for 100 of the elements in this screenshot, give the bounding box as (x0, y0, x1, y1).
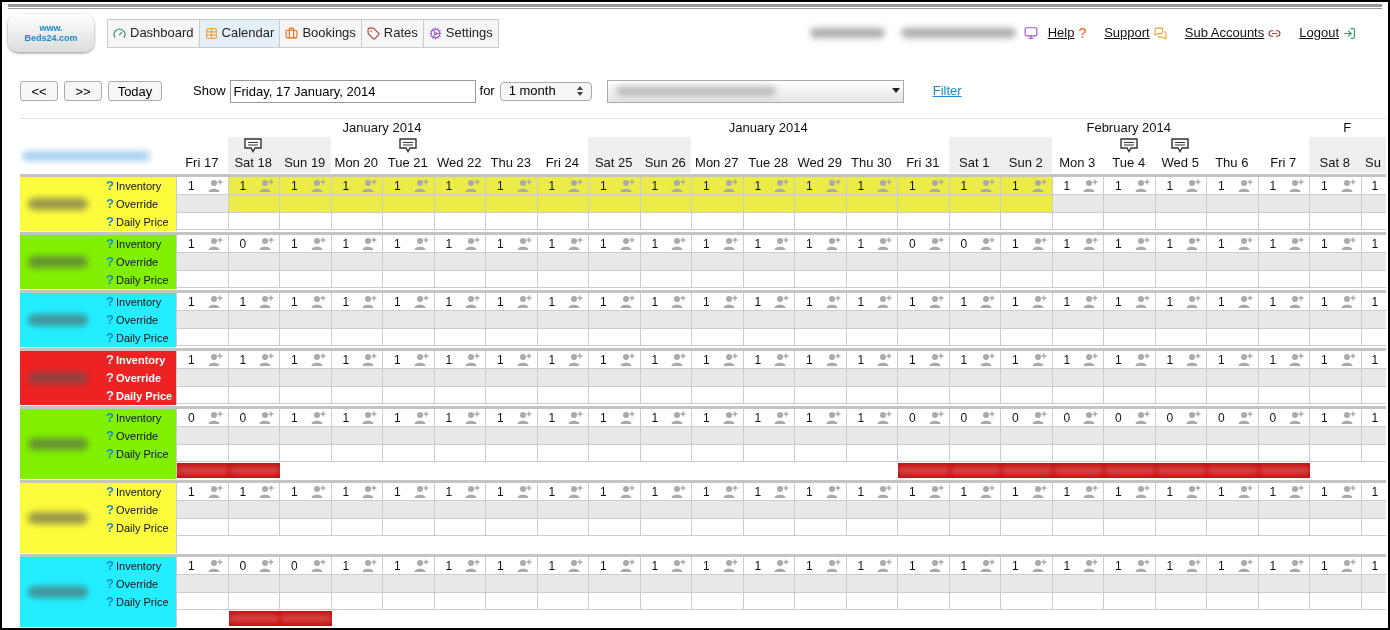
add-guest-icon[interactable] (516, 559, 532, 572)
override-cell[interactable] (537, 369, 589, 387)
price-cell[interactable] (898, 213, 950, 230)
price-cell[interactable] (280, 329, 332, 346)
inventory-cell[interactable]: 1 (434, 483, 486, 501)
add-guest-icon[interactable] (1237, 179, 1253, 192)
add-guest-icon[interactable] (1186, 485, 1201, 498)
add-guest-icon[interactable] (516, 237, 532, 250)
add-guest-icon[interactable] (980, 411, 995, 424)
help-mark[interactable]: ? (106, 482, 114, 502)
price-cell[interactable] (383, 519, 435, 536)
add-guest-icon[interactable] (1289, 411, 1304, 424)
override-cell[interactable] (846, 501, 898, 519)
price-cell[interactable] (537, 387, 589, 404)
price-cell[interactable] (1104, 329, 1156, 346)
inventory-cell[interactable]: 1 (1052, 177, 1104, 195)
price-cell[interactable] (537, 519, 589, 536)
price-cell[interactable] (1310, 519, 1362, 536)
add-guest-icon[interactable] (1031, 179, 1047, 192)
add-guest-icon[interactable] (1031, 411, 1047, 424)
add-guest-icon[interactable] (1340, 179, 1356, 192)
override-cell[interactable] (537, 311, 589, 329)
inventory-cell[interactable]: 1 (331, 351, 383, 369)
price-cell[interactable] (486, 445, 538, 462)
override-cell[interactable] (1104, 311, 1156, 329)
add-guest-icon[interactable] (671, 179, 686, 192)
override-cell[interactable] (692, 427, 744, 445)
inventory-cell[interactable]: 1 (1001, 557, 1053, 575)
inventory-cell[interactable]: 1 (331, 483, 383, 501)
price-cell[interactable] (640, 519, 692, 536)
inventory-cell[interactable]: 1 (795, 293, 847, 311)
inventory-cell[interactable]: 1 (692, 235, 744, 253)
inventory-cell[interactable]: 1 (486, 235, 538, 253)
override-cell[interactable] (1361, 369, 1386, 387)
price-cell[interactable] (280, 387, 332, 404)
override-cell[interactable] (640, 253, 692, 271)
price-cell[interactable] (1155, 387, 1207, 404)
price-cell[interactable] (177, 329, 229, 346)
add-guest-icon[interactable] (980, 353, 995, 366)
add-guest-icon[interactable] (980, 295, 995, 308)
price-cell[interactable] (743, 271, 795, 288)
price-cell[interactable] (1052, 213, 1104, 230)
inventory-cell[interactable]: 1 (1310, 483, 1362, 501)
inventory-cell[interactable]: 1 (589, 351, 641, 369)
period-select[interactable]: 1 month (499, 81, 592, 101)
price-cell[interactable] (692, 445, 744, 462)
price-cell[interactable] (692, 387, 744, 404)
override-cell[interactable] (177, 253, 229, 271)
override-cell[interactable] (1155, 369, 1207, 387)
price-cell[interactable] (640, 213, 692, 230)
override-cell[interactable] (743, 501, 795, 519)
price-cell[interactable] (692, 271, 744, 288)
add-guest-icon[interactable] (310, 353, 326, 366)
add-guest-icon[interactable] (619, 353, 635, 366)
override-cell[interactable] (537, 501, 589, 519)
price-cell[interactable] (280, 271, 332, 288)
booked-day-block[interactable] (1001, 463, 1053, 478)
price-cell[interactable] (692, 593, 744, 610)
inventory-cell[interactable]: 0 (177, 409, 229, 427)
override-cell[interactable] (743, 369, 795, 387)
inventory-cell[interactable]: 1 (383, 235, 435, 253)
help-mark[interactable]: ? (106, 176, 114, 196)
price-cell[interactable] (1104, 593, 1156, 610)
override-cell[interactable] (898, 501, 950, 519)
inventory-cell[interactable]: 1 (743, 351, 795, 369)
inventory-cell[interactable]: 0 (1104, 409, 1156, 427)
inventory-cell[interactable]: 1 (692, 409, 744, 427)
add-guest-icon[interactable] (928, 411, 944, 424)
inventory-cell[interactable]: 0 (1207, 409, 1259, 427)
nav-tab[interactable]: Dashboard (108, 19, 199, 47)
add-guest-icon[interactable] (1083, 295, 1098, 308)
override-cell[interactable] (228, 311, 280, 329)
override-cell[interactable] (486, 369, 538, 387)
override-cell[interactable] (898, 369, 950, 387)
price-cell[interactable] (1104, 271, 1156, 288)
override-cell[interactable] (1361, 501, 1386, 519)
price-cell[interactable] (331, 519, 383, 536)
add-guest-icon[interactable] (568, 295, 583, 308)
inventory-cell[interactable]: 1 (898, 177, 950, 195)
override-cell[interactable] (1052, 575, 1104, 593)
add-guest-icon[interactable] (1134, 559, 1150, 572)
inventory-cell[interactable]: 1 (846, 351, 898, 369)
override-cell[interactable] (1001, 195, 1053, 213)
inventory-cell[interactable]: 1 (743, 235, 795, 253)
price-cell[interactable] (1001, 387, 1053, 404)
add-guest-icon[interactable] (1186, 237, 1201, 250)
nav-tab[interactable]: Settings (422, 19, 498, 47)
price-cell[interactable] (1001, 213, 1053, 230)
nav-tab[interactable]: Rates (360, 19, 423, 47)
price-cell[interactable] (846, 519, 898, 536)
price-cell[interactable] (537, 213, 589, 230)
add-guest-icon[interactable] (568, 411, 583, 424)
add-guest-icon[interactable] (928, 295, 944, 308)
override-cell[interactable] (743, 253, 795, 271)
inventory-cell[interactable]: 1 (846, 235, 898, 253)
inventory-cell[interactable]: 1 (1258, 293, 1310, 311)
price-cell[interactable] (898, 387, 950, 404)
price-cell[interactable] (949, 271, 1001, 288)
price-cell[interactable] (795, 445, 847, 462)
inventory-cell[interactable]: 1 (177, 235, 229, 253)
